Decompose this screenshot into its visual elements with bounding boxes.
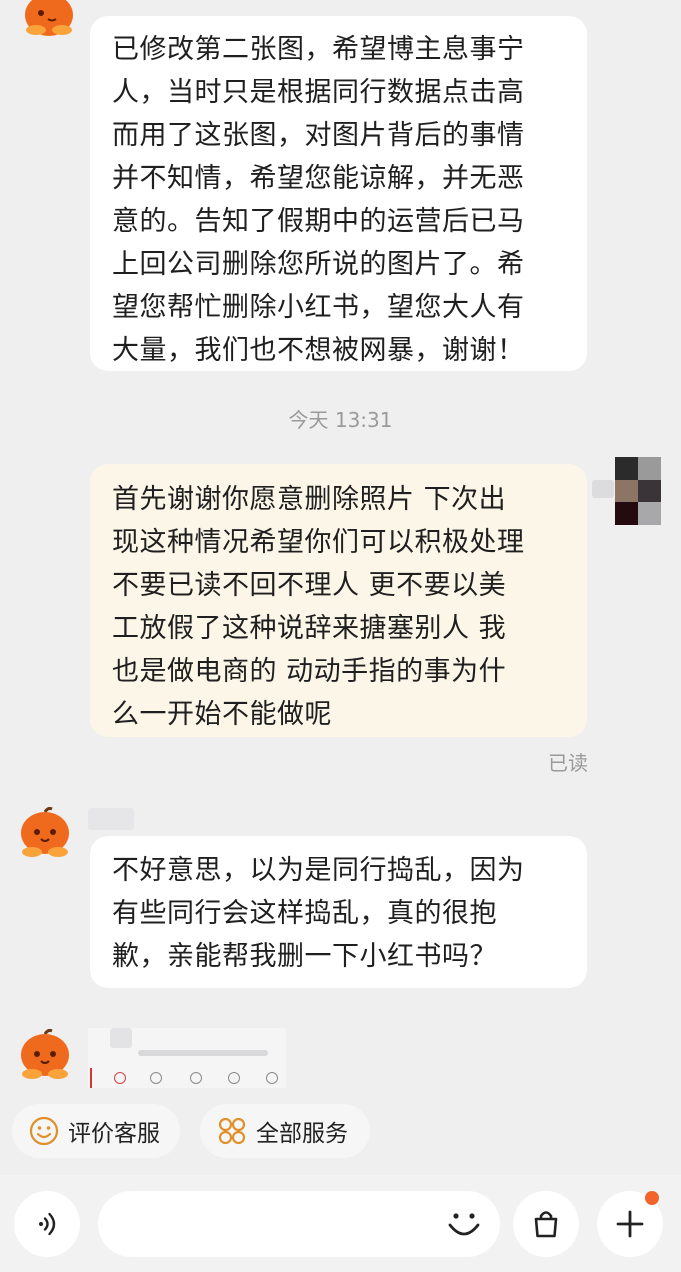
emoji-button[interactable] — [442, 1203, 486, 1247]
smiley-icon — [28, 1115, 60, 1147]
shop-bag-button[interactable] — [513, 1191, 579, 1257]
rate-service-button[interactable]: 评价客服 — [12, 1104, 180, 1158]
message-timestamp: 今天 13:31 — [288, 408, 393, 432]
shop-avatar-icon[interactable] — [18, 806, 72, 860]
shopping-bag-icon — [534, 1211, 558, 1238]
outgoing-message-bubble[interactable]: 首先谢谢你愿意删除照片 下次出 现这种情况希望你们可以积极处理 不要已读不回不理… — [90, 464, 587, 737]
voice-button[interactable] — [14, 1191, 80, 1257]
notification-dot — [645, 1191, 659, 1205]
blurred-username — [592, 480, 614, 498]
voice-icon — [39, 1212, 56, 1236]
incoming-message-bubble[interactable]: 不好意思，以为是同行捣乱，因为 有些同行会这样捣乱，真的很抱 歉，亲能帮我删一下… — [90, 836, 587, 988]
shop-avatar-icon[interactable] — [22, 0, 76, 40]
incoming-message-bubble[interactable]: 已修改第二张图，希望博主息事宁 人，当时只是根据同行数据点击高 而用了这张图，对… — [90, 16, 587, 371]
message-input[interactable] — [98, 1191, 500, 1257]
all-services-label: 全部服务 — [256, 1121, 348, 1147]
grid-services-icon — [216, 1115, 248, 1147]
all-services-button[interactable]: 全部服务 — [200, 1104, 370, 1158]
input-bar — [0, 1175, 681, 1272]
shop-avatar-icon[interactable] — [18, 1028, 72, 1082]
rate-service-label: 评价客服 — [68, 1121, 160, 1147]
read-status-label: 已读 — [548, 751, 588, 775]
plus-icon — [616, 1210, 644, 1238]
emoji-icon — [448, 1213, 480, 1236]
blurred-shop-name — [88, 808, 134, 830]
blurred-preview-card[interactable] — [88, 1028, 286, 1088]
user-avatar[interactable] — [615, 457, 661, 525]
